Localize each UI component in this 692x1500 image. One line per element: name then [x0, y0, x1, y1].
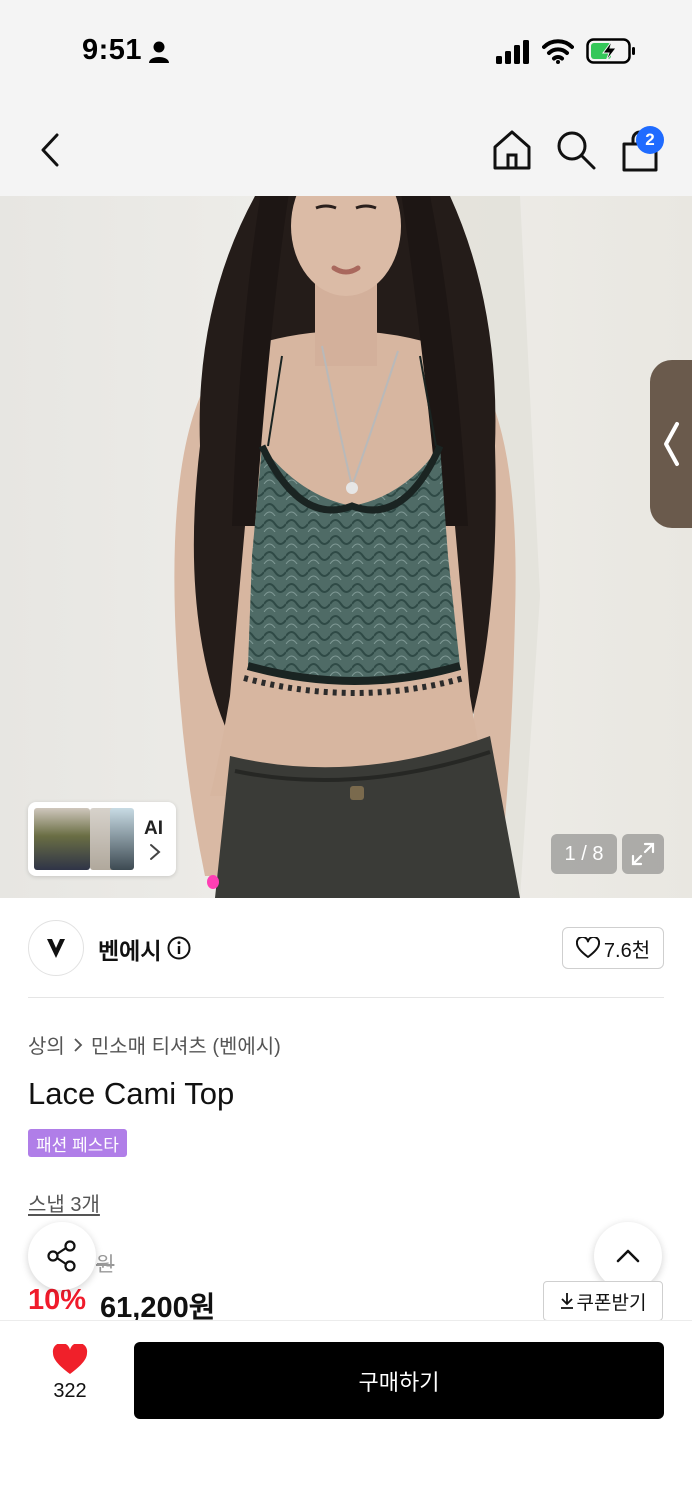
chevron-left-icon	[664, 422, 679, 466]
search-icon[interactable]	[554, 128, 598, 172]
share-button[interactable]	[28, 1222, 96, 1290]
download-icon	[560, 1293, 573, 1309]
breadcrumb-item[interactable]: 상의	[28, 1030, 65, 1059]
product-photo	[0, 196, 692, 898]
event-badge: 패션 페스타	[28, 1129, 127, 1157]
original-price: 원	[96, 1254, 115, 1276]
cart-count-badge: 2	[636, 126, 664, 154]
thumbnail-image	[34, 808, 90, 870]
brand-name[interactable]: 벤에시	[98, 932, 161, 966]
divider	[28, 997, 664, 998]
breadcrumb-item[interactable]: 민소매 티셔츠 (벤에시)	[91, 1030, 281, 1059]
wifi-icon	[542, 39, 574, 64]
wishlist-count: 322	[53, 1380, 87, 1402]
buy-button[interactable]: 구매하기	[134, 1342, 664, 1419]
info-icon[interactable]	[167, 936, 191, 960]
side-drawer-tab[interactable]	[650, 360, 692, 528]
heart-filled-icon	[52, 1344, 88, 1374]
expand-icon	[631, 842, 655, 866]
status-time: 9:51	[82, 34, 143, 66]
snap-link[interactable]: 스냅 3개	[28, 1188, 100, 1217]
wishlist-button[interactable]: 322	[34, 1344, 106, 1414]
product-title: Lace Cami Top	[28, 1076, 235, 1111]
expand-image-button[interactable]	[622, 834, 664, 874]
heart-outline-icon	[575, 937, 600, 958]
ai-label: AI	[144, 818, 163, 839]
thumbnail-image	[110, 808, 134, 870]
coupon-download-button[interactable]: 쿠폰받기	[543, 1281, 663, 1321]
brand-like-count: 7.6천	[603, 939, 651, 962]
image-page-indicator: 1 / 8	[551, 834, 617, 874]
chevron-right-icon	[150, 844, 161, 860]
scroll-to-top-button[interactable]	[594, 1222, 662, 1290]
back-button[interactable]	[30, 128, 70, 172]
brand-logo[interactable]	[28, 920, 84, 976]
cellular-signal-icon	[496, 40, 529, 64]
chevron-left-icon	[41, 133, 59, 167]
brand-like-button[interactable]: 7.6천	[562, 927, 664, 969]
home-icon[interactable]	[490, 128, 534, 172]
chevron-right-icon	[74, 1037, 83, 1052]
breadcrumb: 상의 민소매 티셔츠 (벤에시)	[28, 1030, 281, 1059]
product-image[interactable]	[0, 196, 692, 898]
battery-charging-icon	[586, 38, 635, 64]
chevron-up-icon	[616, 1249, 640, 1263]
coupon-label: 쿠폰받기	[576, 1292, 647, 1314]
ai-lookbook-button[interactable]: AI	[28, 802, 176, 876]
brand-v-logo-icon	[47, 939, 65, 958]
person-icon	[149, 41, 169, 63]
share-icon	[47, 1240, 76, 1272]
